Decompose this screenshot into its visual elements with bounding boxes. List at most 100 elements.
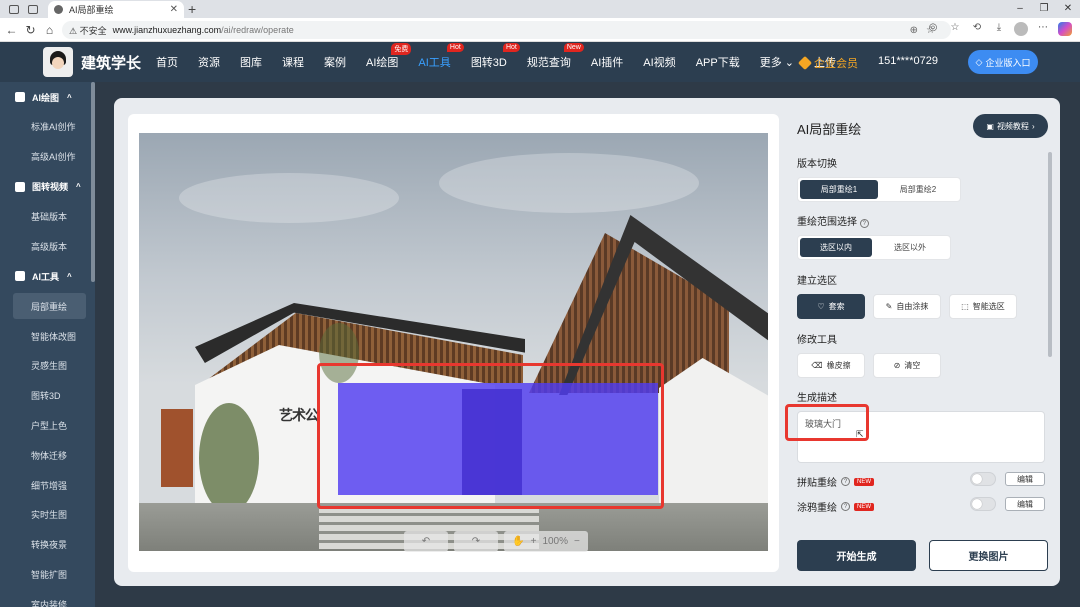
eraser-button[interactable]: ⌫ 橡皮擦 (797, 353, 865, 378)
site-header: 建筑学长 首页 资源 图库 课程 案例 AI绘图 免费 AI工具 Hot 图转3D H… (0, 42, 1080, 82)
history-icon[interactable]: ⟲ (970, 22, 984, 36)
brand-name[interactable]: 建筑学长 (81, 52, 141, 73)
new-tab-button[interactable]: + (188, 1, 196, 17)
sidebar-group-image-to-video[interactable]: 图转视频 ^ (0, 172, 95, 202)
help-icon[interactable]: ? (859, 219, 869, 228)
version-option-1[interactable]: 局部重绘1 (800, 180, 878, 199)
menu-item-ai-tools[interactable]: AI工具 Hot (418, 43, 464, 70)
doodle-edit-button[interactable]: 编辑 (1005, 497, 1045, 511)
hand-icon[interactable]: ✋ (512, 536, 524, 547)
sidebar-item-agent-edit[interactable]: 智能体改图 (0, 321, 95, 351)
sidebar-item-floorplan-color[interactable]: 户型上色 (0, 411, 95, 441)
version-label: 版本切换 (797, 159, 837, 170)
collage-redraw-option: 拼贴重绘? NEW (797, 474, 874, 489)
help-icon[interactable]: ? (841, 502, 850, 511)
sidebar-item-inpaint[interactable]: 局部重绘 (13, 293, 86, 320)
tab-close-icon[interactable]: ✕ (170, 4, 178, 15)
change-image-button[interactable]: 更换图片 (929, 540, 1048, 571)
smart-select-button[interactable]: ⬚ 智能选区 (949, 294, 1017, 319)
menu-item-ai-plugins[interactable]: AI插件 (591, 54, 623, 70)
hot-badge: Hot (446, 43, 464, 52)
free-brush-button[interactable]: ✎ 自由涂抹 (873, 294, 941, 319)
profile-avatar[interactable] (1014, 22, 1028, 36)
menu-item-courses[interactable]: 课程 (282, 54, 304, 70)
back-icon[interactable]: ← (2, 23, 21, 37)
undo-icon[interactable]: ↶ (404, 531, 448, 552)
highlight-box-description (785, 404, 869, 441)
sidebar-item-basic-version[interactable]: 基础版本 (0, 202, 95, 232)
sidebar-item-outpaint[interactable]: 智能扩图 (0, 560, 95, 590)
chevron-up-icon: ^ (67, 271, 72, 281)
menu-item-image-to-3d[interactable]: 图转3D Hot (471, 43, 520, 70)
redo-icon[interactable]: ↷ (454, 531, 498, 552)
extensions-icon[interactable]: ◎ (926, 22, 940, 36)
minimize-button[interactable]: – (1008, 0, 1032, 18)
lasso-button[interactable]: ♡ 套索 (797, 294, 865, 319)
version-option-2[interactable]: 局部重绘2 (878, 180, 958, 199)
collage-redraw-toggle[interactable] (970, 472, 996, 486)
tab-actions-icon[interactable] (28, 4, 38, 14)
diamond-icon (797, 55, 813, 71)
security-warning[interactable]: ⚠ 不安全 (69, 24, 107, 37)
version-switch: 局部重绘1 局部重绘2 (797, 177, 961, 202)
collage-edit-button[interactable]: 编辑 (1005, 472, 1045, 486)
hot-badge: Hot (502, 43, 520, 52)
menu-item-app-download[interactable]: APP下载 (696, 54, 740, 70)
sidebar-item-image-to-3d[interactable]: 图转3D (0, 381, 95, 411)
sidebar-item-inspiration[interactable]: 灵感生图 (0, 351, 95, 381)
menu-item-standards[interactable]: 规范查询 New (527, 43, 584, 70)
sidebar-item-advanced-ai[interactable]: 高级AI创作 (0, 142, 95, 172)
menu-item-more[interactable]: 更多 ⌄ (760, 54, 794, 70)
new-badge: New (563, 43, 584, 52)
range-inside-option[interactable]: 选区以内 (800, 238, 872, 257)
copilot-icon[interactable] (1058, 22, 1072, 36)
window-controls: – ❐ ✕ (1008, 0, 1080, 18)
sidebar-item-interior[interactable]: 室内装修 (0, 589, 95, 607)
more-icon[interactable]: ⋯ (1036, 22, 1050, 36)
menu-item-resources[interactable]: 资源 (198, 54, 220, 70)
zoom-level: 100% (542, 536, 569, 547)
home-icon[interactable]: ⌂ (40, 23, 59, 37)
menu-item-ai-video[interactable]: AI视频 (643, 54, 675, 70)
downloads-icon[interactable]: ⤓ (992, 22, 1006, 36)
sidebar-item-realtime[interactable]: 实时生图 (0, 500, 95, 530)
sidebar-group-ai-drawing[interactable]: AI绘图 ^ (0, 82, 95, 112)
favorites-icon[interactable]: ☆ (948, 22, 962, 36)
menu-item-ai-drawing[interactable]: AI绘图 免费 (366, 43, 412, 70)
menu-item-cases[interactable]: 案例 (324, 54, 346, 70)
chevron-down-icon: ⌄ (784, 57, 794, 69)
sidebar-item-standard-ai[interactable]: 标准AI创作 (0, 112, 95, 142)
sidebar-group-ai-tools[interactable]: AI工具 ^ (0, 261, 95, 291)
sidebar-item-advanced-version[interactable]: 高级版本 (0, 231, 95, 261)
new-badge: NEW (854, 477, 874, 486)
doodle-redraw-toggle[interactable] (970, 497, 996, 511)
vip-link[interactable]: 企业会员 (797, 55, 858, 71)
clear-icon: ⊘ (893, 361, 901, 370)
browser-tab[interactable]: AI局部重绘 ✕ (48, 1, 184, 18)
logo-avatar[interactable] (43, 47, 73, 77)
user-phone[interactable]: 151****0729 (878, 55, 938, 67)
video-tutorial-button[interactable]: ▣ 视频教程 › (973, 114, 1048, 138)
range-outside-option[interactable]: 选区以外 (872, 238, 948, 257)
sidebar-item-night-view[interactable]: 转换夜景 (0, 530, 95, 560)
clear-button[interactable]: ⊘ 清空 (873, 353, 941, 378)
generate-button[interactable]: 开始生成 (797, 540, 916, 571)
zoom-in-icon[interactable]: + (531, 536, 537, 547)
panel-scrollbar[interactable] (1048, 152, 1052, 357)
sidebar-item-detail-enhance[interactable]: 细节增强 (0, 470, 95, 500)
reload-icon[interactable]: ↻ (21, 23, 40, 37)
menu-item-gallery[interactable]: 图库 (240, 54, 262, 70)
window-menu-icon[interactable] (9, 4, 19, 14)
help-icon[interactable]: ? (841, 477, 850, 486)
url-input[interactable]: ⚠ 不安全 www.jianzhuxuezhang.com/ai/redraw/… (62, 21, 951, 39)
enterprise-button[interactable]: ◇ 企业版入口 (968, 50, 1038, 74)
new-badge: NEW (854, 502, 874, 511)
zoom-out-icon[interactable]: − (574, 536, 580, 547)
close-window-button[interactable]: ✕ (1056, 0, 1080, 18)
smart-select-icon: ⬚ (961, 302, 969, 311)
menu-item-home[interactable]: 首页 (156, 54, 178, 70)
sidebar-item-object-transfer[interactable]: 物体迁移 (0, 440, 95, 470)
tab-title: AI局部重绘 (69, 5, 114, 15)
favicon-icon (54, 5, 63, 14)
maximize-button[interactable]: ❐ (1032, 0, 1056, 18)
